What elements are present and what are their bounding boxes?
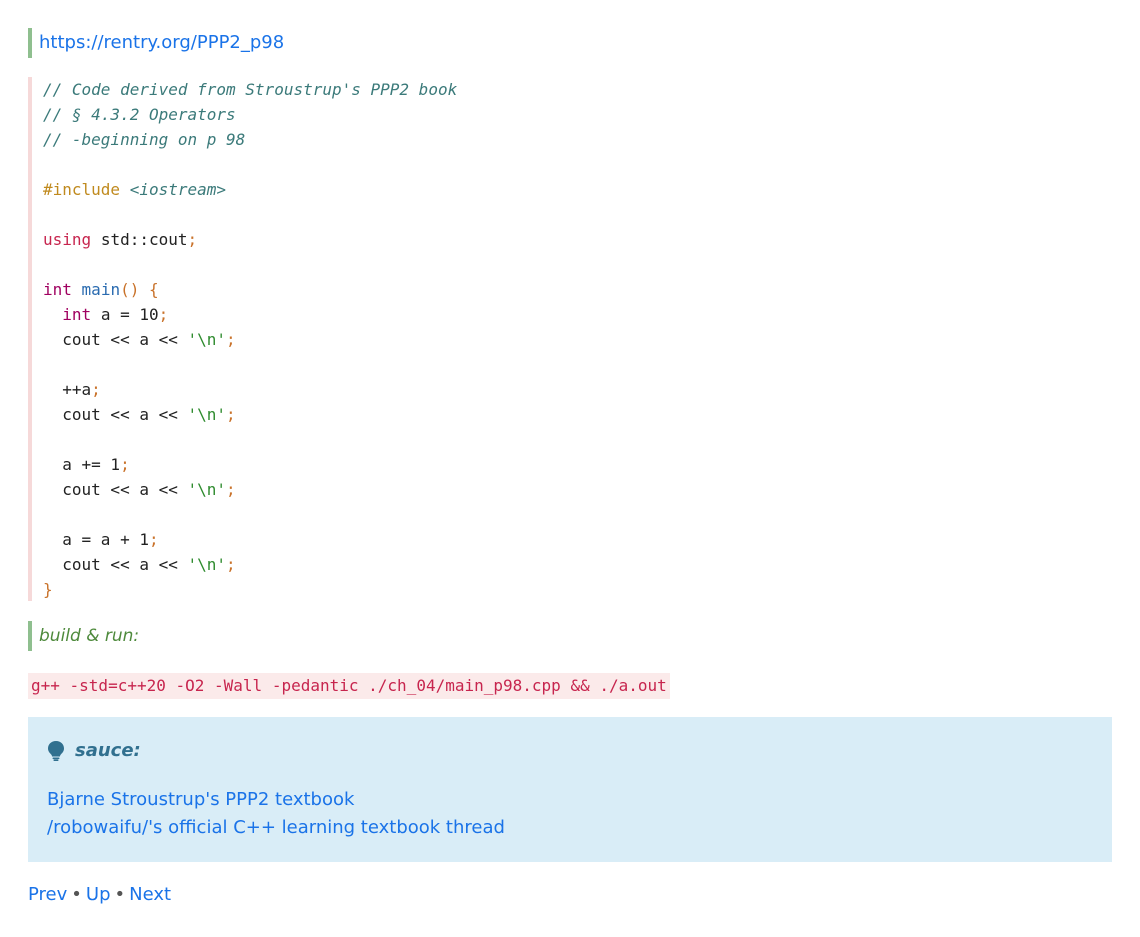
- newline-literal: '\n': [187, 330, 227, 349]
- code-line: int main() {: [43, 277, 159, 302]
- main-function-name: main: [81, 280, 121, 299]
- code-block: // Code derived from Stroustrup's PPP2 b…: [28, 77, 1112, 601]
- cout-statement: cout << a <<: [62, 480, 188, 499]
- code-comment: // Code derived from Stroustrup's PPP2 b…: [43, 80, 458, 99]
- code-line: // § 4.3.2 Operators: [43, 102, 236, 127]
- semicolon: ;: [226, 555, 236, 574]
- semicolon: ;: [158, 305, 169, 324]
- open-brace: {: [148, 280, 159, 299]
- rentry-url-link[interactable]: https://rentry.org/PPP2_p98: [39, 32, 284, 53]
- code-line: a += 1;: [43, 452, 130, 477]
- cout-statement: cout << a <<: [62, 405, 188, 424]
- semicolon: ;: [187, 230, 198, 249]
- compound-assign-statement: a += 1: [62, 455, 121, 474]
- parens: (): [120, 280, 140, 299]
- cout-statement: cout << a <<: [62, 555, 188, 574]
- code-line: // Code derived from Stroustrup's PPP2 b…: [43, 77, 457, 102]
- robowaifu-thread-link[interactable]: /robowaifu/'s official C++ learning text…: [47, 815, 505, 841]
- nav-separator: •: [71, 884, 82, 905]
- using-keyword: using: [43, 230, 92, 249]
- ppp2-textbook-link[interactable]: Bjarne Stroustrup's PPP2 textbook: [47, 787, 354, 813]
- close-brace: }: [43, 580, 53, 599]
- preincrement-statement: ++a: [62, 380, 92, 399]
- code-line: cout << a << '\n';: [43, 552, 236, 577]
- code-line: using std::cout;: [43, 227, 197, 252]
- semicolon: ;: [91, 380, 101, 399]
- code-line: ++a;: [43, 377, 101, 402]
- newline-literal: '\n': [187, 405, 227, 424]
- nav-separator: •: [114, 884, 126, 905]
- main-return-type: int: [43, 280, 72, 299]
- decl-statement: a = 10: [100, 305, 159, 324]
- next-link[interactable]: Next: [129, 884, 171, 905]
- prev-link[interactable]: Prev: [28, 884, 67, 905]
- build-command: g++ -std=c++20 -O2 -Wall -pedantic ./ch_…: [28, 673, 670, 699]
- code-line: int a = 10;: [43, 302, 168, 327]
- cout-statement: cout << a <<: [62, 330, 188, 349]
- code-line: }: [43, 577, 53, 602]
- code-line: a = a + 1;: [43, 527, 159, 552]
- lightbulb-icon: [48, 741, 64, 761]
- semicolon: ;: [148, 530, 159, 549]
- url-quote: https://rentry.org/PPP2_p98: [28, 28, 1119, 58]
- code-comment: // § 4.3.2 Operators: [43, 105, 236, 124]
- using-target: std::cout: [100, 230, 188, 249]
- sauce-note: sauce: Bjarne Stroustrup's PPP2 textbook…: [28, 717, 1112, 862]
- code-line: // -beginning on p 98: [43, 127, 245, 152]
- include-header: <iostream>: [129, 180, 227, 199]
- page-navigation: Prev • Up • Next: [28, 880, 171, 910]
- semicolon: ;: [226, 480, 236, 499]
- code-line: cout << a << '\n';: [43, 402, 236, 427]
- semicolon: ;: [120, 455, 130, 474]
- note-title-text: sauce:: [75, 740, 141, 761]
- up-link[interactable]: Up: [86, 884, 111, 905]
- code-comment: // -beginning on p 98: [43, 130, 246, 149]
- semicolon: ;: [226, 405, 236, 424]
- newline-literal: '\n': [187, 555, 227, 574]
- plain-assign-statement: a = a + 1: [62, 530, 149, 549]
- decl-type: int: [62, 305, 92, 324]
- code-line: #include <iostream>: [43, 177, 226, 202]
- semicolon: ;: [226, 330, 236, 349]
- build-run-quote: build & run:: [28, 621, 1119, 651]
- build-run-label: build & run:: [39, 626, 140, 646]
- code-line: cout << a << '\n';: [43, 477, 236, 502]
- newline-literal: '\n': [187, 480, 227, 499]
- code-line: cout << a << '\n';: [43, 327, 236, 352]
- include-directive: #include: [43, 180, 121, 199]
